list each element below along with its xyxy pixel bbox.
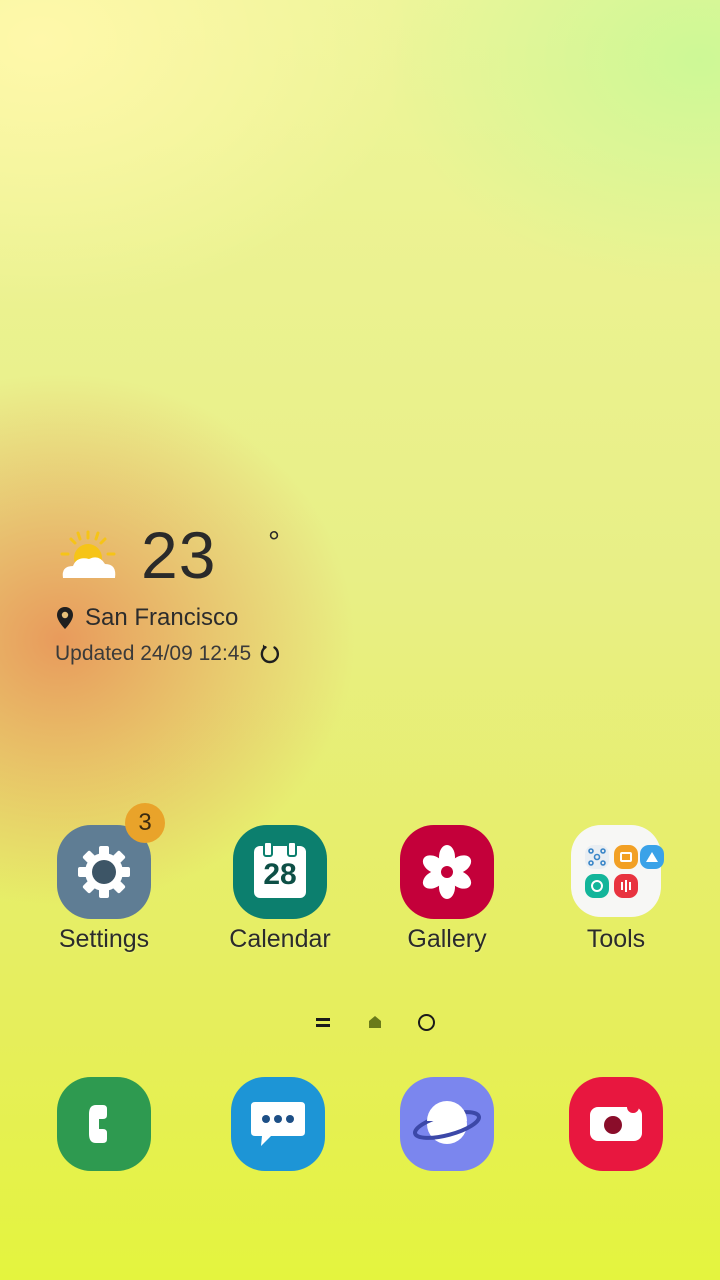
page-dot-icon[interactable]: [418, 1014, 435, 1031]
phone-app[interactable]: [57, 1077, 151, 1171]
weather-widget[interactable]: 23 ° San Francisco Updated 24/09 12:45: [55, 520, 375, 680]
messages-app[interactable]: [231, 1077, 325, 1171]
page-indicator: [0, 1010, 720, 1034]
mini-app-icon: [585, 845, 609, 869]
location-name: San Francisco: [85, 604, 239, 631]
app-calendar[interactable]: 28 Calendar: [205, 825, 355, 965]
folder-icon[interactable]: [571, 825, 664, 917]
refresh-icon[interactable]: [259, 643, 281, 665]
camera-app[interactable]: [569, 1077, 663, 1171]
mini-app-icon: [614, 874, 638, 898]
calendar-icon: 28: [254, 841, 306, 898]
app-tools-folder[interactable]: Tools: [541, 825, 691, 965]
temperature: 23: [141, 518, 217, 592]
app-label-tools: Tools: [586, 925, 646, 953]
location-row: San Francisco: [55, 604, 238, 632]
menu-icon[interactable]: [316, 1016, 332, 1028]
calendar-day: 28: [263, 858, 297, 891]
app-label-settings: Settings: [58, 925, 150, 953]
calendar-app-icon[interactable]: 28: [233, 825, 327, 919]
gear-icon: [78, 846, 130, 898]
camera-icon: [590, 1101, 642, 1141]
degree-symbol: °: [268, 526, 280, 559]
mini-app-icon: [614, 845, 638, 869]
chat-bubble-icon: [251, 1102, 305, 1146]
app-label-gallery: Gallery: [407, 925, 487, 953]
app-settings[interactable]: 3 Settings: [29, 803, 179, 965]
partly-sunny-icon: [60, 530, 116, 578]
notification-badge: 3: [125, 803, 165, 843]
home-icon[interactable]: [367, 1014, 383, 1030]
updated-time: Updated 24/09 12:45: [55, 642, 252, 665]
mini-app-icon: [640, 845, 664, 869]
phone-icon: [89, 1105, 107, 1143]
updated-row: Updated 24/09 12:45: [55, 640, 281, 668]
flower-icon: [422, 845, 472, 899]
planet-icon: [413, 1101, 481, 1144]
internet-app[interactable]: [400, 1077, 494, 1171]
location-pin-icon: [57, 607, 73, 629]
mini-app-icon: [585, 874, 609, 898]
app-label-calendar: Calendar: [229, 925, 331, 953]
app-gallery[interactable]: Gallery: [372, 825, 522, 965]
gallery-app-icon[interactable]: [400, 825, 494, 919]
